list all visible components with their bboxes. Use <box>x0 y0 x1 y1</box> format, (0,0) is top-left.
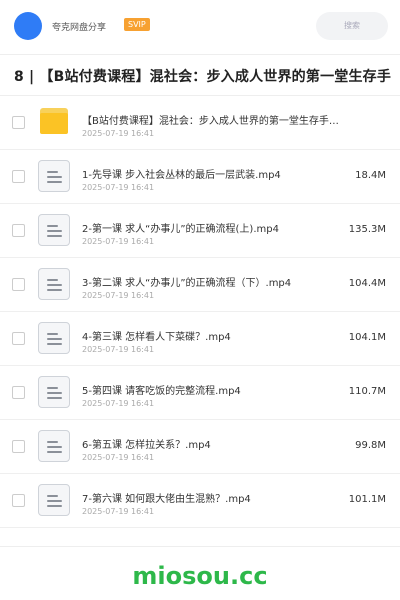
item-checkbox[interactable] <box>12 224 25 237</box>
list-item[interactable]: 1-先导课 步入社会丛林的最后一层武装.mp4 2025-07-19 16:41… <box>0 150 400 204</box>
list-item[interactable]: 5-第四课 请客吃饭的完整流程.mp4 2025-07-19 16:41 110… <box>0 366 400 420</box>
item-name: 3-第二课 求人“办事儿”的正确流程（下）.mp4 <box>82 278 292 289</box>
avatar[interactable] <box>14 12 42 40</box>
item-checkbox[interactable] <box>12 440 25 453</box>
list-item[interactable]: 3-第二课 求人“办事儿”的正确流程（下）.mp4 2025-07-19 16:… <box>0 258 400 312</box>
document-icon <box>38 376 70 408</box>
search-input[interactable]: 搜索 <box>316 12 388 40</box>
list-item[interactable]: 4-第三课 怎样看人下菜碟？.mp4 2025-07-19 16:41 104.… <box>0 312 400 366</box>
item-name: 4-第三课 怎样看人下菜碟？.mp4 <box>82 332 231 343</box>
item-name: 【B站付费课程】混社会：步入成人世界的第一堂生存手… <box>82 116 339 127</box>
item-name: 5-第四课 请客吃饭的完整流程.mp4 <box>82 386 241 397</box>
footer-divider <box>0 546 400 547</box>
document-icon <box>38 484 70 516</box>
item-size: 18.4M <box>355 170 386 181</box>
item-size: 104.1M <box>348 332 386 343</box>
document-icon <box>38 430 70 462</box>
item-checkbox[interactable] <box>12 332 25 345</box>
item-date: 2025-07-19 16:41 <box>82 453 155 462</box>
item-name: 7-第六课 如何跟大佬由生混熟？.mp4 <box>82 494 251 505</box>
folder-title: 8 | 【B站付费课程】混社会：步入成人世界的第一堂生存手 <box>14 69 392 85</box>
item-checkbox[interactable] <box>12 386 25 399</box>
item-date: 2025-07-19 16:41 <box>82 507 155 516</box>
item-checkbox[interactable] <box>12 170 25 183</box>
watermark: miosou.cc <box>132 562 268 590</box>
item-size: 99.8M <box>355 440 386 451</box>
list-item[interactable]: 6-第五课 怎样拉关系？.mp4 2025-07-19 16:41 99.8M <box>0 420 400 474</box>
list-item[interactable]: 7-第六课 如何跟大佬由生混熟？.mp4 2025-07-19 16:41 10… <box>0 474 400 528</box>
app-header: 夸克网盘分享 SVIP 搜索 <box>0 0 400 52</box>
item-size: 104.4M <box>348 278 386 289</box>
document-icon <box>38 268 70 300</box>
item-size: 101.1M <box>348 494 386 505</box>
item-date: 2025-07-19 16:41 <box>82 345 155 354</box>
item-date: 2025-07-19 16:41 <box>82 399 155 408</box>
document-icon <box>38 160 70 192</box>
item-name: 6-第五课 怎样拉关系？.mp4 <box>82 440 211 451</box>
item-size: 135.3M <box>348 224 386 235</box>
document-icon <box>38 214 70 246</box>
item-date: 2025-07-19 16:41 <box>82 291 155 300</box>
item-name: 1-先导课 步入社会丛林的最后一层武装.mp4 <box>82 170 281 181</box>
item-date: 2025-07-19 16:41 <box>82 129 155 138</box>
item-date: 2025-07-19 16:41 <box>82 183 155 192</box>
folder-title-bar: 8 | 【B站付费课程】混社会：步入成人世界的第一堂生存手 <box>0 55 400 95</box>
folder-icon <box>40 108 68 134</box>
item-checkbox[interactable] <box>12 278 25 291</box>
item-checkbox[interactable] <box>12 116 25 129</box>
item-checkbox[interactable] <box>12 494 25 507</box>
svip-badge: SVIP <box>124 18 150 31</box>
list-item-folder[interactable]: 【B站付费课程】混社会：步入成人世界的第一堂生存手… 2025-07-19 16… <box>0 96 400 150</box>
list-item[interactable]: 2-第一课 求人“办事儿”的正确流程(上).mp4 2025-07-19 16:… <box>0 204 400 258</box>
share-user-name: 夸克网盘分享 <box>52 23 107 33</box>
document-icon <box>38 322 70 354</box>
item-date: 2025-07-19 16:41 <box>82 237 155 246</box>
item-size: 110.7M <box>348 386 386 397</box>
item-name: 2-第一课 求人“办事儿”的正确流程(上).mp4 <box>82 224 279 235</box>
file-list: 【B站付费课程】混社会：步入成人世界的第一堂生存手… 2025-07-19 16… <box>0 96 400 528</box>
